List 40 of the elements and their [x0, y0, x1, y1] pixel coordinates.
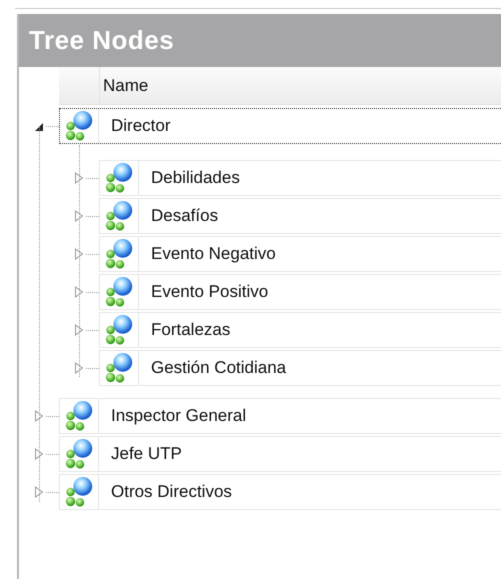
- node-label: Director: [110, 115, 171, 137]
- spheres-icon: [63, 110, 95, 142]
- node-label: Debilidades: [150, 167, 240, 189]
- expand-arrow-icon[interactable]: [34, 410, 44, 422]
- expand-arrow-icon[interactable]: [74, 324, 84, 336]
- spheres-icon: [103, 276, 135, 308]
- tree-node[interactable]: Jefe UTP: [59, 436, 501, 472]
- expand-arrow-icon[interactable]: [34, 448, 44, 460]
- node-label: Evento Positivo: [150, 281, 268, 303]
- expand-arrow-icon[interactable]: [74, 172, 84, 184]
- node-label: Gestión Cotidiana: [150, 357, 286, 379]
- expand-arrow-icon[interactable]: [74, 362, 84, 374]
- node-label: Evento Negativo: [150, 243, 276, 265]
- tree-node[interactable]: Debilidades: [99, 160, 501, 196]
- node-label: Fortalezas: [150, 319, 230, 341]
- spheres-icon: [63, 438, 95, 470]
- tree-node[interactable]: Inspector General: [59, 398, 501, 434]
- node-label: Jefe UTP: [110, 443, 182, 465]
- tree-node[interactable]: Otros Directivos: [59, 474, 501, 510]
- expand-arrow-icon[interactable]: [74, 248, 84, 260]
- spheres-icon: [103, 314, 135, 346]
- tree-node[interactable]: Evento Negativo: [99, 236, 501, 272]
- spheres-icon: [103, 352, 135, 384]
- expand-arrow-icon[interactable]: [74, 210, 84, 222]
- spheres-icon: [63, 476, 95, 508]
- tree-node[interactable]: Fortalezas: [99, 312, 501, 348]
- expand-arrow-icon[interactable]: [34, 486, 44, 498]
- node-label: Desafíos: [150, 205, 218, 227]
- spheres-icon: [103, 238, 135, 270]
- spheres-icon: [103, 162, 135, 194]
- spheres-icon: [63, 400, 95, 432]
- node-label: Inspector General: [110, 405, 246, 427]
- tree-node[interactable]: Director: [59, 108, 501, 144]
- spheres-icon: [103, 200, 135, 232]
- tree-node[interactable]: Evento Positivo: [99, 274, 501, 310]
- node-label: Otros Directivos: [110, 481, 232, 503]
- tree-node[interactable]: Gestión Cotidiana: [99, 350, 501, 386]
- tree-node[interactable]: Desafíos: [99, 198, 501, 234]
- panel-title: Tree Nodes: [29, 25, 174, 56]
- expand-arrow-icon[interactable]: [74, 286, 84, 298]
